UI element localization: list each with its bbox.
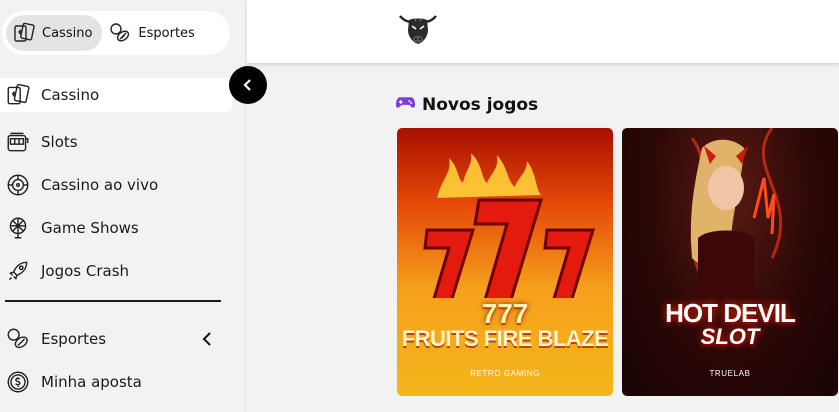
game-provider: TRUELAB bbox=[709, 369, 751, 378]
game-title-line2: SLOT bbox=[700, 324, 760, 349]
coin-icon bbox=[5, 369, 31, 395]
switch-sports-label: Esportes bbox=[138, 25, 195, 41]
sports-nav: Esportes Minha aposta bbox=[0, 317, 232, 403]
switch-sports-button[interactable]: Esportes bbox=[102, 15, 204, 51]
sidebar-item-minha-aposta[interactable]: Minha aposta bbox=[0, 360, 232, 403]
game-title-line2: FRUITS FIRE BLAZE bbox=[401, 326, 609, 351]
top-bar bbox=[247, 0, 839, 64]
bull-logo-icon[interactable] bbox=[397, 8, 439, 50]
slot-machine-icon bbox=[5, 129, 31, 155]
chevron-left-icon[interactable] bbox=[202, 331, 214, 346]
sports-balls-icon bbox=[5, 326, 31, 352]
sidebar-item-label: Minha aposta bbox=[41, 372, 142, 391]
game-provider: RETRO GAMING bbox=[470, 369, 540, 378]
section-title-text: Novos jogos bbox=[422, 95, 539, 115]
sidebar-item-cassino[interactable]: Cassino bbox=[0, 78, 232, 112]
sidebar-item-slots[interactable]: Slots bbox=[0, 120, 232, 163]
sidebar-divider bbox=[5, 300, 221, 302]
rocket-icon bbox=[5, 258, 31, 284]
gamepad-icon bbox=[396, 95, 415, 115]
game-art-777-image bbox=[423, 153, 596, 298]
cards-icon bbox=[5, 82, 31, 108]
collapse-sidebar-button[interactable] bbox=[229, 66, 267, 104]
sidebar-item-label: Cassino bbox=[41, 86, 100, 104]
casino-nav: Cassino Slots Cassino ao vivo Game Shows… bbox=[0, 78, 232, 292]
sidebar-item-cassino-ao-vivo[interactable]: Cassino ao vivo bbox=[0, 163, 232, 206]
wheel-icon bbox=[5, 215, 31, 241]
sidebar-item-esportes[interactable]: Esportes bbox=[0, 317, 232, 360]
switch-casino-button[interactable]: Cassino bbox=[6, 15, 103, 51]
sidebar: Cassino Esportes Cassino Slots Cassino a… bbox=[0, 0, 246, 412]
cards-icon bbox=[12, 21, 36, 45]
roulette-icon bbox=[5, 172, 31, 198]
section-title: Novos jogos bbox=[396, 95, 538, 115]
chevron-left-icon bbox=[243, 79, 251, 91]
game-art-devil-image bbox=[690, 128, 783, 298]
sidebar-item-jogos-crash[interactable]: Jogos Crash bbox=[0, 249, 232, 292]
sidebar-item-label: Game Shows bbox=[41, 218, 139, 237]
sports-balls-icon bbox=[108, 21, 132, 45]
sidebar-item-label: Slots bbox=[41, 132, 78, 151]
sidebar-item-game-shows[interactable]: Game Shows bbox=[0, 206, 232, 249]
game-card[interactable]: 777 FRUITS FIRE BLAZE RETRO GAMING bbox=[397, 128, 613, 396]
product-switch: Cassino Esportes bbox=[2, 11, 230, 55]
sidebar-item-label: Jogos Crash bbox=[41, 261, 130, 280]
game-card[interactable]: HOT DEVIL SLOT TRUELAB bbox=[622, 128, 838, 396]
sidebar-item-label: Cassino ao vivo bbox=[41, 175, 159, 194]
sidebar-item-label: Esportes bbox=[41, 329, 107, 348]
switch-casino-label: Cassino bbox=[42, 25, 93, 41]
